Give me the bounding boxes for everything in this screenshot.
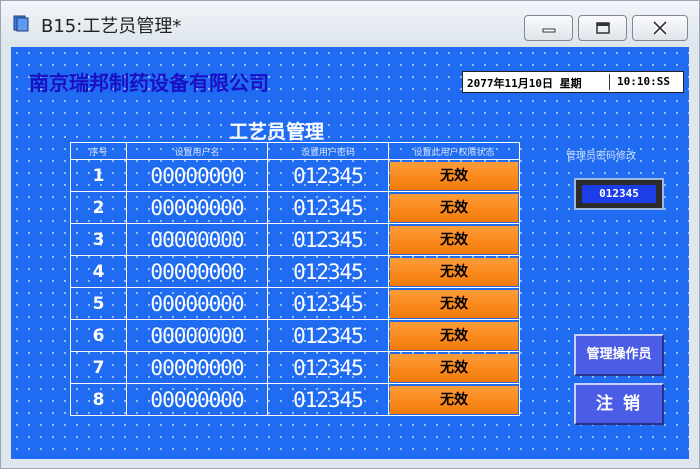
column-header-index: 序号 (70, 142, 127, 160)
status-cell: 无效 (388, 223, 520, 256)
panel-title: 工艺员管理 (229, 121, 325, 143)
maximize-icon (595, 22, 610, 34)
close-button[interactable] (632, 15, 688, 41)
table-row: 4 00000000 012345 无效 (70, 255, 520, 288)
status-toggle-button[interactable]: 无效 (390, 225, 518, 254)
status-toggle-button[interactable]: 无效 (390, 353, 518, 382)
datetime-divider (609, 74, 610, 90)
user-password-field[interactable]: 012345 (267, 255, 389, 288)
status-cell: 无效 (388, 319, 520, 352)
table-row: 8 00000000 012345 无效 (70, 383, 520, 416)
close-icon (652, 21, 668, 35)
table-row: 7 00000000 012345 无效 (70, 351, 520, 384)
status-toggle-button[interactable]: 无效 (390, 193, 518, 222)
status-cell: 无效 (388, 351, 520, 384)
minimize-button[interactable] (524, 15, 573, 41)
row-index: 5 (70, 287, 127, 320)
company-name: 南京瑞邦制药设备有限公司 (29, 71, 269, 95)
app-window: B15:工艺员管理* 南京瑞邦制药设备有限公司 2077年11月10日 星期 1… (0, 0, 700, 469)
app-icon (13, 15, 29, 32)
admin-password-label: 管理员密码修改 (566, 151, 636, 162)
row-index: 7 (70, 351, 127, 384)
user-name-field[interactable]: 00000000 (126, 159, 268, 192)
table-header-row: 序号 设置用户名 设置用户密码 设置此用户权限状态 (70, 142, 520, 160)
column-header-user: 设置用户名 (126, 142, 268, 160)
status-toggle-button[interactable]: 无效 (390, 385, 518, 414)
user-table: 序号 设置用户名 设置用户密码 设置此用户权限状态 1 00000000 012… (70, 142, 520, 416)
table-row: 6 00000000 012345 无效 (70, 319, 520, 352)
user-name-field[interactable]: 00000000 (126, 319, 268, 352)
user-name-field[interactable]: 00000000 (126, 383, 268, 416)
user-password-field[interactable]: 012345 (267, 159, 389, 192)
hmi-screen: 南京瑞邦制药设备有限公司 2077年11月10日 星期 10:10:SS 工艺员… (11, 47, 689, 459)
admin-password-value: 012345 (582, 185, 656, 203)
user-password-field[interactable]: 012345 (267, 383, 389, 416)
status-cell: 无效 (388, 159, 520, 192)
window-title: B15:工艺员管理* (41, 16, 182, 37)
date-display: 2077年11月10日 星期 (467, 77, 582, 90)
table-row: 3 00000000 012345 无效 (70, 223, 520, 256)
user-name-field[interactable]: 00000000 (126, 191, 268, 224)
user-name-field[interactable]: 00000000 (126, 223, 268, 256)
status-cell: 无效 (388, 255, 520, 288)
table-row: 1 00000000 012345 无效 (70, 159, 520, 192)
status-toggle-button[interactable]: 无效 (390, 289, 518, 318)
row-index: 8 (70, 383, 127, 416)
user-name-field[interactable]: 00000000 (126, 351, 268, 384)
row-index: 4 (70, 255, 127, 288)
user-name-field[interactable]: 00000000 (126, 255, 268, 288)
logout-button[interactable]: 注销 (574, 383, 664, 425)
status-cell: 无效 (388, 287, 520, 320)
status-cell: 无效 (388, 191, 520, 224)
user-password-field[interactable]: 012345 (267, 351, 389, 384)
status-toggle-button[interactable]: 无效 (390, 161, 518, 190)
column-header-status: 设置此用户权限状态 (388, 142, 520, 160)
user-password-field[interactable]: 012345 (267, 191, 389, 224)
minimize-icon (542, 28, 555, 33)
row-index: 3 (70, 223, 127, 256)
column-header-password: 设置用户密码 (267, 142, 389, 160)
user-password-field[interactable]: 012345 (267, 319, 389, 352)
status-toggle-button[interactable]: 无效 (390, 321, 518, 350)
datetime-display: 2077年11月10日 星期 10:10:SS (462, 71, 684, 93)
time-display: 10:10:SS (617, 75, 670, 88)
row-index: 6 (70, 319, 127, 352)
row-index: 2 (70, 191, 127, 224)
user-password-field[interactable]: 012345 (267, 223, 389, 256)
admin-password-field[interactable]: 012345 (574, 178, 664, 210)
status-toggle-button[interactable]: 无效 (390, 257, 518, 286)
table-row: 5 00000000 012345 无效 (70, 287, 520, 320)
title-bar[interactable]: B15:工艺员管理* (1, 1, 699, 47)
user-password-field[interactable]: 012345 (267, 287, 389, 320)
user-name-field[interactable]: 00000000 (126, 287, 268, 320)
maximize-button[interactable] (578, 15, 627, 41)
table-row: 2 00000000 012345 无效 (70, 191, 520, 224)
row-index: 1 (70, 159, 127, 192)
status-cell: 无效 (388, 383, 520, 416)
manage-operators-button[interactable]: 管理操作员 (574, 334, 664, 376)
